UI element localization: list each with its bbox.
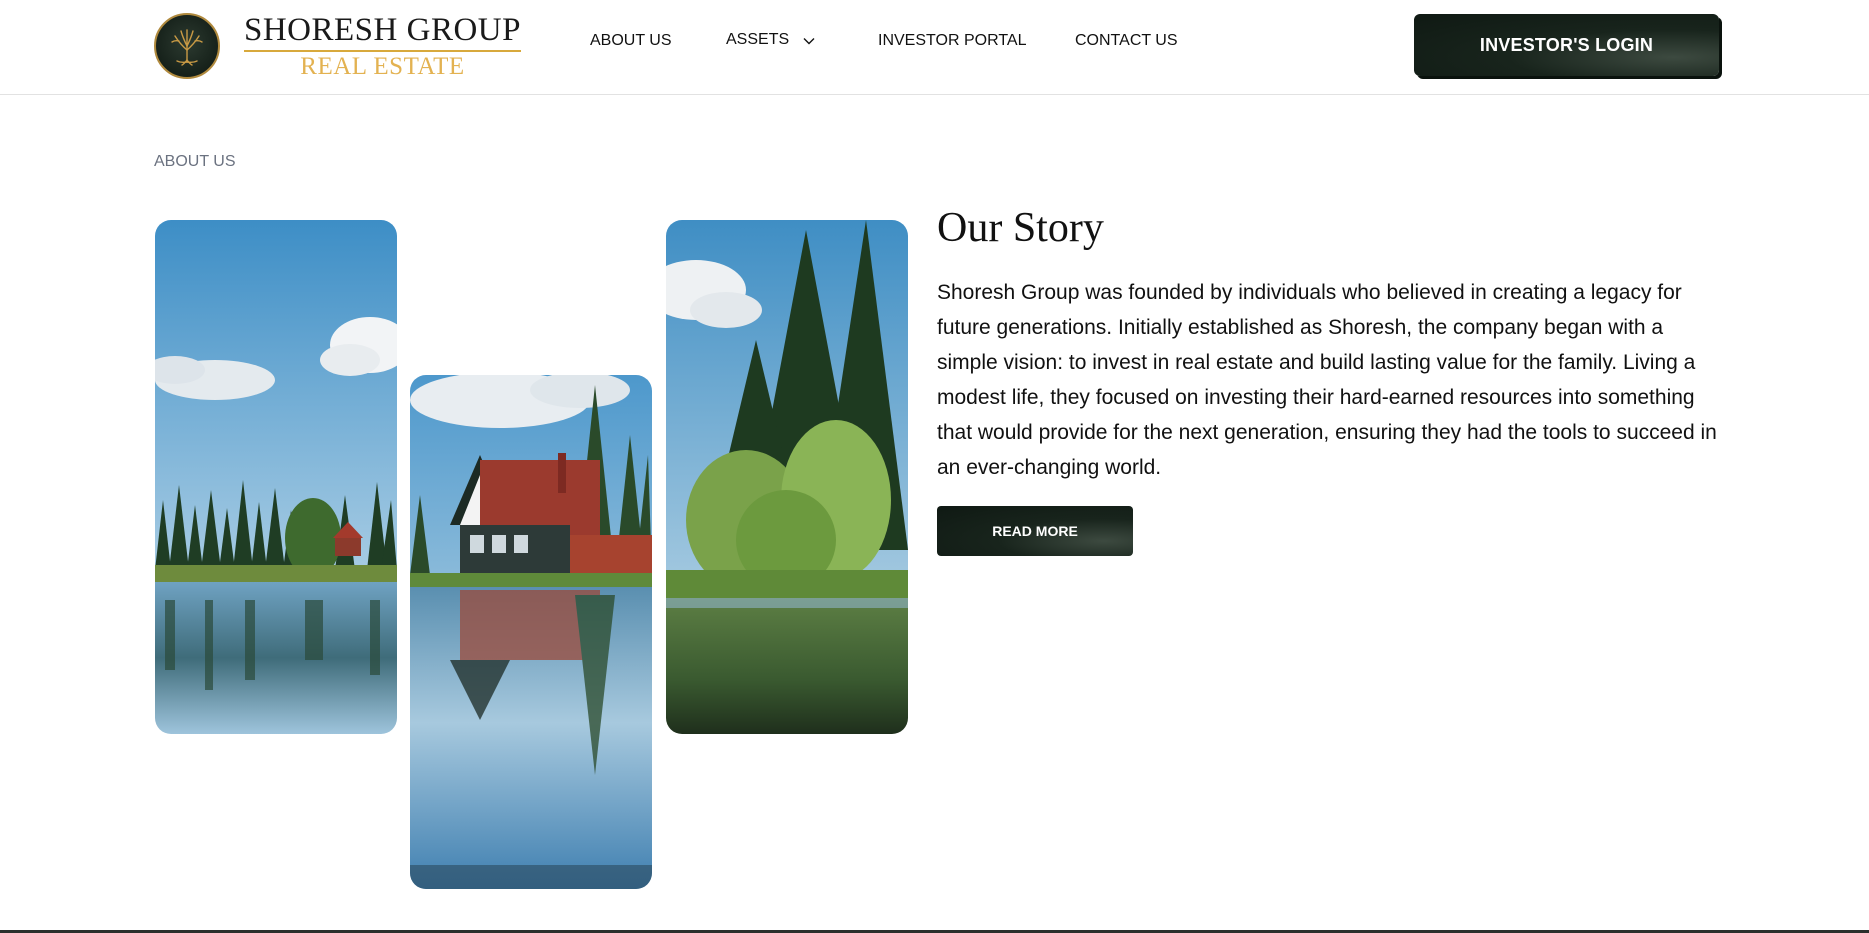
nav-item-contact-us[interactable]: CONTACT US [1075, 32, 1178, 50]
brand-wordmark: SHORESH GROUP REAL ESTATE [244, 13, 521, 80]
lake-photo-left [155, 220, 397, 734]
nav-item-investor-portal[interactable]: INVESTOR PORTAL [878, 32, 1026, 50]
story-body: Shoresh Group was founded by individuals… [937, 281, 1717, 479]
breadcrumb: ABOUT US [154, 153, 236, 170]
tree-of-life-icon [154, 13, 220, 79]
brand-tagline: REAL ESTATE [300, 52, 465, 80]
site-header: SHORESH GROUP REAL ESTATE ABOUT US ASSET… [0, 0, 1869, 95]
chevron-down-icon [803, 34, 815, 46]
lake-trees-photo-right [666, 220, 908, 734]
nav-item-about-us[interactable]: ABOUT US [590, 32, 672, 50]
nav-item-assets[interactable]: ASSETS [726, 31, 815, 49]
lake-house-photo-center [410, 375, 652, 889]
brand-name: SHORESH GROUP [244, 13, 521, 52]
nav-item-assets-label: ASSETS [726, 31, 790, 48]
brand-logo[interactable]: SHORESH GROUP REAL ESTATE [154, 13, 521, 79]
story-title: Our Story [937, 205, 1104, 251]
read-more-button[interactable]: READ MORE [937, 506, 1133, 556]
investor-login-button[interactable]: INVESTOR'S LOGIN [1414, 14, 1719, 76]
